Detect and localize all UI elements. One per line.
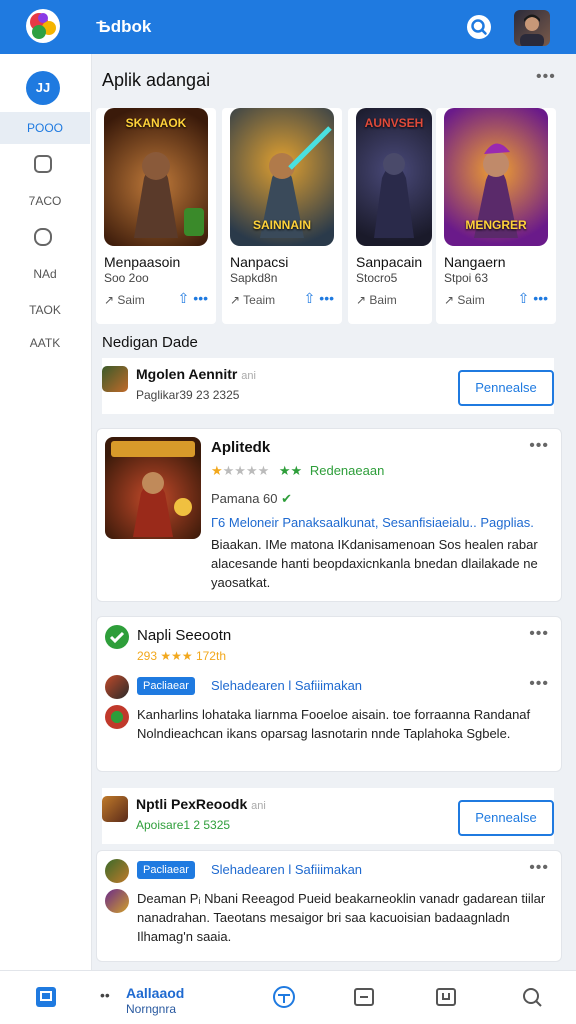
app-card-rating: ★★★★★ ★★ Redenaeaan [211, 463, 385, 478]
dice-icon [34, 228, 52, 246]
game-action[interactable]: ↗ Teaim [230, 293, 275, 307]
game-action[interactable]: ↗ Saim [104, 293, 145, 307]
app-icon [102, 366, 128, 392]
game-action[interactable]: ↗ Baim [356, 293, 397, 307]
post-body: Deaman Pᵢ Nbani Reeagod Pueid beakarneok… [137, 891, 546, 944]
app-card-more-icon[interactable]: ••• [529, 437, 549, 455]
game-card[interactable]: MENGRER Nangaern Stpoi 63 ↗ Saim ⇧ ••• [436, 108, 556, 324]
tag-badge[interactable]: Pacliaear [137, 677, 195, 695]
share-icon[interactable]: ⇧ ••• [178, 290, 208, 307]
app-card-links[interactable]: Г6 Meloneir Panaksaalkunat, Sesanfisiaei… [211, 515, 534, 530]
verified-icon: ✔ [281, 491, 293, 506]
post-more-icon[interactable]: ••• [529, 675, 549, 693]
nedigan-section-title: Nedigan Dade [102, 334, 198, 351]
tag-badge[interactable]: Pacliaear [137, 861, 195, 879]
sidebar-item-pooo[interactable]: POOO [0, 112, 90, 144]
install-button[interactable]: Pennealse [458, 370, 554, 406]
game-sub: Stocro5 [356, 271, 398, 285]
post-tag-link[interactable]: Slehadearen l Safiiimakan [211, 678, 362, 693]
row-sub: Paglikar39 23 2325 [136, 388, 240, 402]
post-avatar [105, 705, 129, 729]
post-body: Kanharlins lohataka liarnma Fooeloe aisa… [137, 707, 531, 741]
game-sub: Stpoi 63 [444, 271, 489, 285]
row-title: Mgolen Aennitr ani [136, 366, 256, 382]
main-content: Aplik adangai ••• SKANAOK Menpaasoin Soo… [92, 54, 576, 970]
share-icon[interactable]: ⇧ ••• [304, 290, 334, 307]
install-button[interactable]: Pennealse [458, 800, 554, 836]
app-card[interactable]: Aplitedk ••• ★★★★★ ★★ Redenaeaan Pamana … [96, 428, 562, 602]
sidebar-home-badge[interactable]: JJ [26, 71, 60, 105]
bottom-nav: •• Aallaaod Norngnra [0, 970, 576, 1024]
post-avatar [105, 625, 129, 649]
game-art: SAINNAIN [230, 108, 334, 246]
sidebar-item-nad[interactable]: NAd [0, 258, 90, 290]
bottom-nav-dots: •• [100, 987, 110, 1003]
post-card[interactable]: Napli Seeootn ••• 293 ★★★ 172th Pacliaea… [96, 616, 562, 772]
share-icon[interactable]: ⇧ ••• [518, 290, 548, 307]
sidebar-item-taok[interactable]: TAOK [0, 294, 90, 326]
home-icon[interactable] [34, 985, 58, 1009]
row-sub: Apoisare1 2 5325 [136, 818, 231, 832]
sidebar-item-dice[interactable] [0, 221, 90, 253]
sidebar-item-aatk[interactable]: AATK [0, 327, 90, 359]
row-title: Nptli PexReoodk ani [136, 796, 266, 812]
game-sub: Sapkd8n [230, 271, 278, 285]
app-icon [102, 796, 128, 822]
bottom-nav-label[interactable]: Aallaaod Norngnra [126, 985, 184, 1017]
library-icon[interactable] [352, 985, 376, 1009]
featured-section-title: Aplik adangai [102, 70, 211, 90]
post-title: Napli Seeootn [137, 627, 232, 644]
post-card[interactable]: Pacliaear Slehadearen l Safiiimakan ••• … [96, 850, 562, 962]
search-icon[interactable] [466, 14, 492, 40]
game-name: Nanpacsi [230, 254, 289, 270]
game-action[interactable]: ↗ Saim [444, 293, 485, 307]
game-name: Menpaasoin [104, 254, 181, 270]
app-logo[interactable] [26, 9, 60, 43]
game-art: AUNVSEH [356, 108, 432, 246]
game-art: MENGRER [444, 108, 548, 246]
explore-icon[interactable] [272, 985, 296, 1009]
post-avatar [105, 889, 129, 913]
top-bar: Ѣdbok [0, 0, 576, 54]
user-avatar [105, 675, 129, 699]
sidebar-item-gamepad[interactable] [0, 148, 90, 180]
game-art: SKANAOK [104, 108, 208, 246]
game-card[interactable]: SAINNAIN Nanpacsi Sapkd8n ↗ Teaim ⇧ ••• [222, 108, 342, 324]
game-sub: Soo 2oo [104, 271, 149, 285]
star-icon: ★ [211, 463, 223, 478]
app-card-description: Biaakan. IMe matona IKdanisamenoan Sos h… [211, 537, 538, 590]
gamepad-icon [34, 155, 52, 173]
post-rating: 293 ★★★ 172th [137, 649, 226, 663]
downloads-icon[interactable] [434, 985, 458, 1009]
app-title: Ѣdbok [96, 17, 152, 36]
list-item[interactable]: Mgolen Aennitr ani Paglikar39 23 2325 Pe… [102, 358, 554, 414]
post-more-icon[interactable]: ••• [529, 625, 549, 643]
app-card-meta: Pamana 60 ✔ [211, 491, 293, 506]
search-icon[interactable] [520, 985, 544, 1009]
game-card[interactable]: AUNVSEH Sanpacain Stocro5 ↗ Baim [348, 108, 432, 324]
app-card-art [105, 437, 201, 539]
featured-more-icon[interactable]: ••• [536, 68, 556, 86]
game-name: Nangaern [444, 254, 506, 270]
user-avatar[interactable] [514, 10, 550, 46]
sidebar: JJ POOO 7ACO NAd TAOK AATK [0, 54, 92, 970]
list-item[interactable]: Nptli PexReoodk ani Apoisare1 2 5325 Pen… [102, 788, 554, 844]
sidebar-item-7aco[interactable]: 7ACO [0, 185, 90, 217]
post-tag-link[interactable]: Slehadearen l Safiiimakan [211, 862, 362, 877]
game-name: Sanpacain [356, 254, 423, 270]
app-card-title: Aplitedk [211, 439, 271, 456]
post-more-icon[interactable]: ••• [529, 859, 549, 877]
user-avatar [105, 859, 129, 883]
game-card[interactable]: SKANAOK Menpaasoin Soo 2oo ↗ Saim ⇧ ••• [96, 108, 216, 324]
